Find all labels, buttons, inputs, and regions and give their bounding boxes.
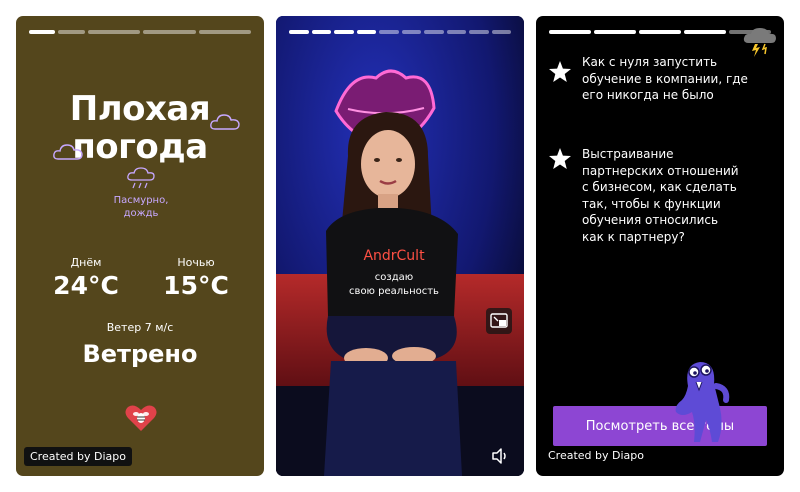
progress-segment — [29, 30, 56, 34]
weather-condition: Пасмурно, дождь — [106, 194, 176, 220]
created-by-badge[interactable]: Created by Diapo — [24, 447, 132, 466]
progress-segment — [639, 30, 681, 34]
shirt-brand: AndrCult — [363, 248, 425, 264]
star-icon — [549, 148, 571, 169]
progress-segment — [401, 30, 421, 34]
condition-line-1: Пасмурно, — [113, 195, 169, 206]
picture-in-picture-button[interactable] — [486, 308, 512, 334]
progress-segment — [446, 30, 466, 34]
progress-segment — [594, 30, 636, 34]
progress-segment — [469, 30, 489, 34]
star-icon — [549, 61, 571, 82]
heart-bee-icon[interactable] — [125, 404, 157, 432]
wind-speed: Ветер 7 м/с — [106, 321, 174, 334]
weather-story-card[interactable]: Плохая погода Пасмурно, дождь Днём 24°C … — [16, 16, 264, 476]
progress-segment — [356, 30, 376, 34]
night-label: Ночью — [177, 256, 215, 269]
topic-text: Выстраивание партнерских отношений с биз… — [582, 147, 739, 244]
story-progress — [289, 30, 511, 34]
speaker-icon[interactable] — [490, 446, 510, 466]
cloud-icon — [210, 114, 240, 130]
video-story-card[interactable]: AndrCult создаю свою реальность — [276, 16, 524, 476]
mascot-icon — [675, 362, 730, 442]
shirt-line-1: создаю — [375, 272, 413, 283]
progress-segment — [289, 30, 309, 34]
day-label: Днём — [70, 256, 102, 269]
progress-segment — [491, 30, 511, 34]
progress-segment — [58, 30, 85, 34]
rain-cloud-icon — [127, 167, 155, 189]
progress-segment — [198, 30, 251, 34]
wind-description: Ветрено — [82, 340, 198, 368]
progress-segment — [549, 30, 591, 34]
progress-segment — [334, 30, 354, 34]
progress-segment — [684, 30, 726, 34]
topics-story-card[interactable]: Как с нуля запустить обучение в компании… — [536, 16, 784, 476]
story-progress — [549, 30, 771, 34]
topic-text: Как с нуля запустить обучение в компании… — [582, 55, 748, 102]
progress-segment — [379, 30, 399, 34]
created-by-badge[interactable]: Created by Diapo — [548, 449, 644, 462]
cloud-icon — [53, 144, 83, 160]
progress-segment — [143, 30, 196, 34]
shirt-line-2: свою реальность — [349, 286, 439, 297]
progress-segment — [87, 30, 140, 34]
picture-in-picture-icon — [490, 313, 508, 328]
progress-segment — [424, 30, 444, 34]
condition-line-2: дождь — [123, 208, 159, 219]
video-frame[interactable]: AndrCult создаю свою реальность — [276, 16, 524, 476]
story-progress — [29, 30, 251, 34]
night-temperature: 15°C — [163, 271, 229, 300]
progress-segment — [311, 30, 331, 34]
day-temperature: 24°C — [53, 271, 119, 300]
